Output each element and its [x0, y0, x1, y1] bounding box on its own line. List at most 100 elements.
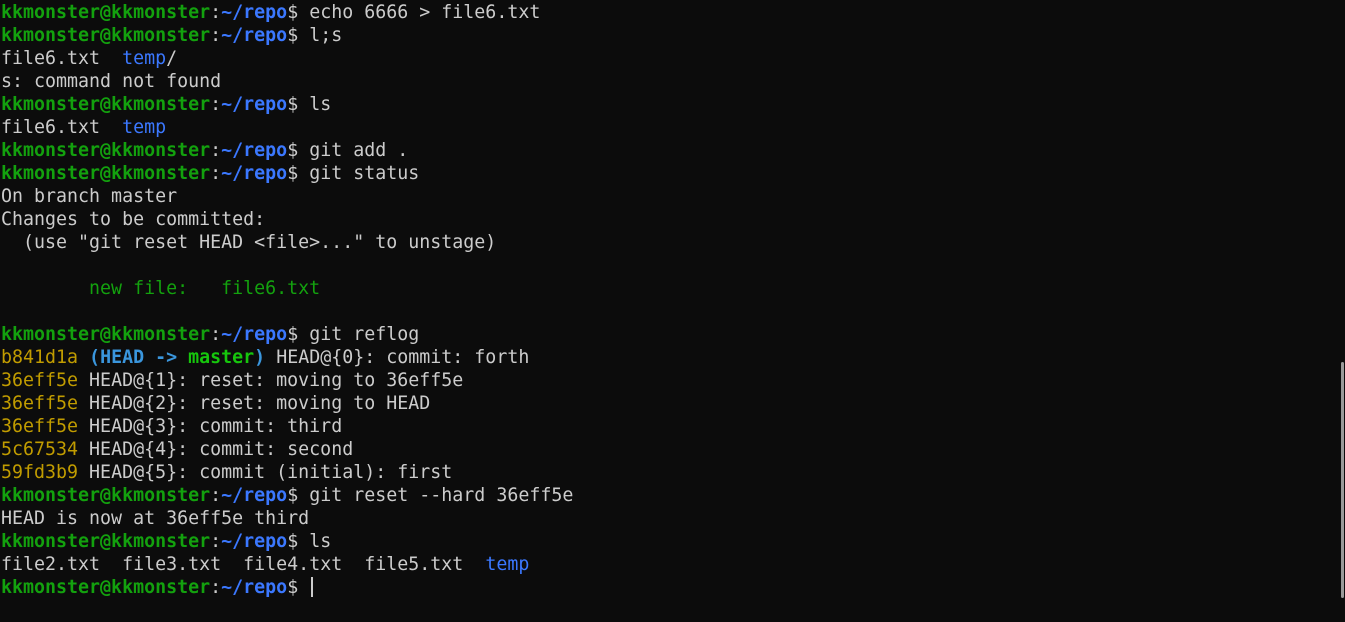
reflog-entry: 36eff5e HEAD@{3}: commit: third — [1, 415, 573, 438]
command-text: git reset --hard 36eff5e — [298, 485, 574, 506]
output-text: (use "git reset HEAD <file>..." to unsta… — [1, 232, 497, 253]
scrollbar-thumb[interactable] — [1341, 362, 1344, 598]
command-text — [298, 577, 309, 598]
prompt-path: ~/repo — [221, 485, 288, 506]
output-line: Changes to be committed: — [1, 208, 573, 231]
terminal-window[interactable]: kkmonster@kkmonster:~/repo$ echo 6666 > … — [0, 0, 1345, 622]
file-name: file4.txt — [243, 554, 343, 575]
output-line: HEAD is now at 36eff5e third — [1, 507, 573, 530]
output-line: new file: file6.txt — [1, 277, 573, 300]
output-text: HEAD is now at 36eff5e third — [1, 508, 310, 529]
directory-name: temp — [122, 48, 167, 69]
file-name: file3.txt — [122, 554, 222, 575]
prompt-colon: : — [210, 324, 222, 345]
ref-space — [177, 347, 188, 368]
command-text: git add . — [298, 140, 409, 161]
prompt-colon: : — [210, 577, 222, 598]
ref-paren: ) — [254, 347, 266, 368]
prompt-path: ~/repo — [221, 140, 288, 161]
prompt-dollar: $ — [287, 25, 299, 46]
prompt-user: kkmonster@kkmonster — [1, 140, 211, 161]
file-name — [463, 554, 485, 575]
commit-hash: 36eff5e — [1, 393, 79, 414]
reflog-entry: 59fd3b9 HEAD@{5}: commit (initial): firs… — [1, 461, 573, 484]
reflog-message: HEAD@{5}: commit (initial): first — [78, 462, 453, 483]
prompt-colon: : — [210, 25, 222, 46]
head-ref: HEAD -> — [100, 347, 178, 368]
directory-name: temp — [122, 117, 167, 138]
prompt-user: kkmonster@kkmonster — [1, 485, 211, 506]
prompt-path: ~/repo — [221, 577, 288, 598]
prompt-line: kkmonster@kkmonster:~/repo$ ls — [1, 530, 573, 553]
reflog-message: HEAD@{4}: commit: second — [78, 439, 354, 460]
file-name — [100, 117, 122, 138]
prompt-path: ~/repo — [221, 25, 288, 46]
prompt-path: ~/repo — [221, 324, 288, 345]
prompt-dollar: $ — [287, 577, 299, 598]
prompt-path: ~/repo — [221, 531, 288, 552]
command-text: ls — [298, 531, 332, 552]
prompt-path: ~/repo — [221, 163, 288, 184]
prompt-line: kkmonster@kkmonster:~/repo$ ls — [1, 93, 573, 116]
prompt-dollar: $ — [287, 531, 299, 552]
prompt-user: kkmonster@kkmonster — [1, 25, 211, 46]
output-text: Changes to be committed: — [1, 209, 266, 230]
prompt-line: kkmonster@kkmonster:~/repo$ git reset --… — [1, 484, 573, 507]
file-name: file6.txt — [1, 48, 101, 69]
prompt-colon: : — [210, 531, 222, 552]
file-name — [100, 48, 122, 69]
file-name: file5.txt — [364, 554, 464, 575]
ref-paren: ( — [78, 347, 101, 368]
prompt-user: kkmonster@kkmonster — [1, 94, 211, 115]
command-text: ls — [298, 94, 332, 115]
output-line: (use "git reset HEAD <file>..." to unsta… — [1, 231, 573, 254]
reflog-message: HEAD@{2}: reset: moving to HEAD — [78, 393, 431, 414]
output-line: On branch master — [1, 185, 573, 208]
file-name: / — [166, 48, 178, 69]
prompt-dollar: $ — [287, 140, 299, 161]
commit-hash: 59fd3b9 — [1, 462, 79, 483]
prompt-dollar: $ — [287, 324, 299, 345]
prompt-colon: : — [210, 485, 222, 506]
ls-output-line: file2.txt file3.txt file4.txt file5.txt … — [1, 553, 573, 576]
terminal-output: kkmonster@kkmonster:~/repo$ echo 6666 > … — [1, 1, 573, 599]
output-text: new file: file6.txt — [1, 278, 321, 299]
commit-hash: 36eff5e — [1, 416, 79, 437]
prompt-dollar: $ — [287, 94, 299, 115]
prompt-user: kkmonster@kkmonster — [1, 2, 211, 23]
text-cursor — [311, 577, 314, 597]
commit-hash: 36eff5e — [1, 370, 79, 391]
prompt-line: kkmonster@kkmonster:~/repo$ git reflog — [1, 323, 573, 346]
prompt-line: kkmonster@kkmonster:~/repo$ — [1, 576, 573, 599]
reflog-entry: 36eff5e HEAD@{1}: reset: moving to 36eff… — [1, 369, 573, 392]
file-name: file6.txt — [1, 117, 101, 138]
reflog-entry: b841d1a (HEAD -> master) HEAD@{0}: commi… — [1, 346, 573, 369]
prompt-user: kkmonster@kkmonster — [1, 163, 211, 184]
file-name — [100, 554, 122, 575]
commit-hash: 5c67534 — [1, 439, 79, 460]
output-text: s: command not found — [1, 71, 222, 92]
commit-hash: b841d1a — [1, 347, 79, 368]
directory-name: temp — [485, 554, 530, 575]
scrollbar[interactable] — [1340, 0, 1345, 622]
file-name — [221, 554, 243, 575]
prompt-line: kkmonster@kkmonster:~/repo$ echo 6666 > … — [1, 1, 573, 24]
prompt-user: kkmonster@kkmonster — [1, 577, 211, 598]
ls-output-line: file6.txt temp — [1, 116, 573, 139]
output-line: s: command not found — [1, 70, 573, 93]
command-text: git reflog — [298, 324, 420, 345]
ls-output-line: file6.txt temp/ — [1, 47, 573, 70]
prompt-path: ~/repo — [221, 2, 288, 23]
prompt-user: kkmonster@kkmonster — [1, 324, 211, 345]
prompt-colon: : — [210, 163, 222, 184]
file-name — [342, 554, 364, 575]
reflog-message: HEAD@{0}: commit: forth — [265, 347, 530, 368]
branch-ref: master — [188, 347, 255, 368]
command-text: l;s — [298, 25, 343, 46]
prompt-line: kkmonster@kkmonster:~/repo$ l;s — [1, 24, 573, 47]
prompt-dollar: $ — [287, 2, 299, 23]
reflog-message: HEAD@{3}: commit: third — [78, 416, 343, 437]
command-text: git status — [298, 163, 420, 184]
